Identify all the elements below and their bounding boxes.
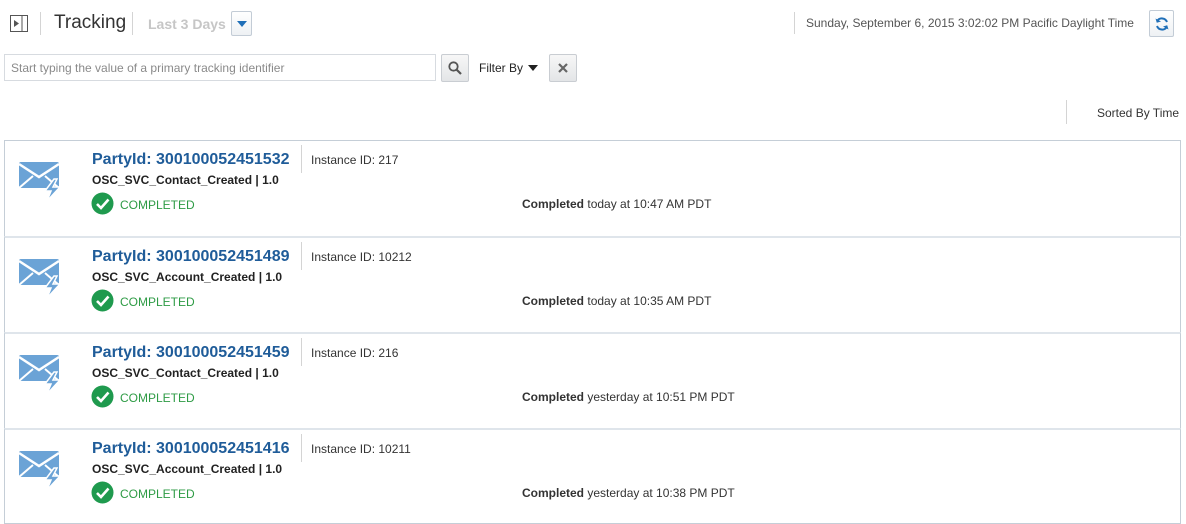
card-divider — [301, 338, 302, 366]
check-circle-icon — [91, 192, 114, 215]
integration-name: OSC_SVC_Account_Created | 1.0 — [92, 462, 283, 476]
refresh-icon — [1155, 16, 1168, 31]
envelope-lightning-icon — [18, 451, 62, 491]
instance-list: PartyId: 300100052451532 Instance ID: 21… — [4, 140, 1181, 524]
integration-name: OSC_SVC_Account_Created | 1.0 — [92, 270, 283, 284]
search-icon — [448, 61, 462, 75]
clear-filter-button[interactable] — [549, 54, 577, 82]
check-circle-icon — [91, 289, 114, 312]
sort-label[interactable]: Sorted By Time — [1097, 106, 1179, 120]
completed-time-value: today at 10:35 AM PDT — [587, 294, 712, 308]
chevron-down-icon — [236, 20, 247, 27]
page-title: Tracking — [54, 12, 127, 33]
status-badge: COMPLETED — [120, 391, 195, 405]
status-badge: COMPLETED — [120, 487, 195, 501]
sort-divider — [1066, 100, 1067, 124]
envelope-lightning-icon — [18, 259, 62, 299]
completed-label: Completed — [522, 390, 585, 404]
search-button[interactable] — [441, 54, 469, 82]
integration-name: OSC_SVC_Contact_Created | 1.0 — [92, 366, 279, 380]
status-badge: COMPLETED — [120, 198, 195, 212]
header-divider — [40, 12, 41, 35]
filter-by-label: Filter By — [479, 61, 524, 75]
collapse-panel-icon[interactable] — [10, 15, 28, 32]
completed-time: Completed yesterday at 10:38 PM PDT — [522, 486, 735, 500]
envelope-lightning-icon — [18, 162, 62, 202]
completed-time: Completed yesterday at 10:51 PM PDT — [522, 390, 735, 404]
filter-by-menu[interactable]: Filter By — [479, 61, 539, 75]
instance-card[interactable]: PartyId: 300100052451532 Instance ID: 21… — [4, 140, 1181, 236]
party-id-link[interactable]: PartyId: 300100052451416 — [92, 440, 290, 458]
envelope-lightning-icon — [18, 355, 62, 395]
time-range-label: Last 3 Days — [148, 16, 226, 32]
completed-label: Completed — [522, 294, 585, 308]
card-divider — [301, 145, 302, 173]
party-id-link[interactable]: PartyId: 300100052451532 — [92, 151, 290, 169]
completed-label: Completed — [522, 197, 585, 211]
instance-id: Instance ID: 10211 — [311, 442, 411, 456]
instance-id: Instance ID: 216 — [311, 346, 399, 360]
chevron-down-icon — [528, 65, 539, 71]
check-circle-icon — [91, 385, 114, 408]
refresh-button[interactable] — [1149, 10, 1174, 37]
integration-name: OSC_SVC_Contact_Created | 1.0 — [92, 173, 279, 187]
instance-card[interactable]: PartyId: 300100052451459 Instance ID: 21… — [4, 332, 1181, 428]
instance-id: Instance ID: 217 — [311, 153, 399, 167]
current-datetime: Sunday, September 6, 2015 3:02:02 PM Pac… — [806, 16, 1134, 30]
search-input[interactable] — [4, 54, 436, 81]
party-id-link[interactable]: PartyId: 300100052451489 — [92, 248, 290, 266]
completed-time-value: today at 10:47 AM PDT — [587, 197, 712, 211]
completed-time: Completed today at 10:35 AM PDT — [522, 294, 711, 308]
check-circle-icon — [91, 481, 114, 504]
close-icon — [558, 63, 568, 73]
card-divider — [301, 242, 302, 270]
completed-time-value: yesterday at 10:38 PM PDT — [587, 486, 735, 500]
card-divider — [301, 434, 302, 462]
completed-time-value: yesterday at 10:51 PM PDT — [587, 390, 735, 404]
instance-card[interactable]: PartyId: 300100052451489 Instance ID: 10… — [4, 236, 1181, 332]
time-range-dropdown-button[interactable] — [231, 11, 252, 36]
header-divider — [794, 12, 795, 34]
completed-label: Completed — [522, 486, 585, 500]
party-id-link[interactable]: PartyId: 300100052451459 — [92, 344, 290, 362]
header-divider — [132, 12, 133, 35]
instance-id: Instance ID: 10212 — [311, 250, 412, 264]
status-badge: COMPLETED — [120, 295, 195, 309]
completed-time: Completed today at 10:47 AM PDT — [522, 197, 711, 211]
instance-card[interactable]: PartyId: 300100052451416 Instance ID: 10… — [4, 428, 1181, 524]
